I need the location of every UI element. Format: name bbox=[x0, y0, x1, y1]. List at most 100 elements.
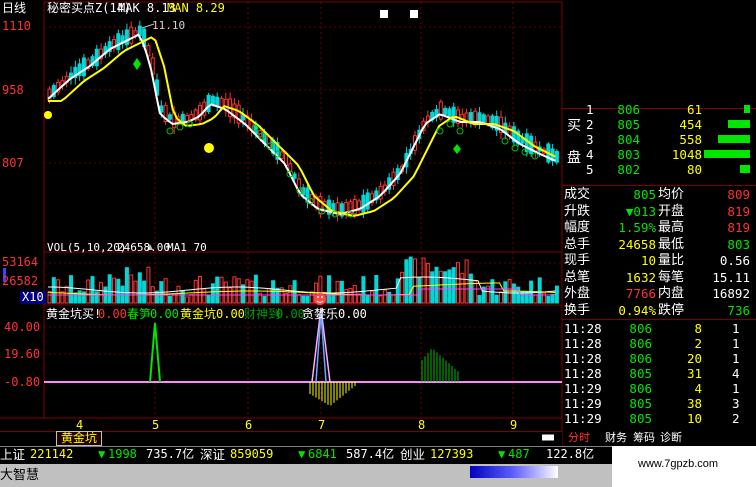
candle bbox=[116, 33, 121, 50]
tab-diagnosis[interactable]: 诊断 bbox=[660, 431, 682, 444]
volume-bar bbox=[447, 269, 452, 304]
candle bbox=[438, 101, 443, 120]
order-book-price: 805 bbox=[617, 117, 640, 132]
signal-dot-mid bbox=[204, 143, 214, 153]
volume-bar bbox=[529, 280, 534, 304]
price-axis-mid: 958 bbox=[2, 83, 24, 97]
index-volume: 127393 bbox=[430, 447, 474, 461]
volume-bar bbox=[116, 278, 121, 304]
order-book-volume: 558 bbox=[679, 132, 702, 147]
volume-bar bbox=[404, 259, 409, 304]
settings-icon[interactable] bbox=[410, 10, 418, 18]
app-name[interactable]: 大智慧 bbox=[0, 468, 39, 481]
candle bbox=[292, 173, 297, 179]
tick-volume: 10 bbox=[686, 411, 702, 426]
volume-bar bbox=[253, 274, 258, 304]
signal-diamonds bbox=[133, 58, 461, 154]
ind-label-3: 财神到 bbox=[244, 307, 281, 321]
volume-bar bbox=[146, 266, 151, 304]
volume-bar bbox=[391, 294, 396, 304]
quote-key-2: 最低 bbox=[658, 236, 685, 252]
index-name: 上证 bbox=[0, 447, 26, 462]
index-name: 深证 bbox=[200, 447, 226, 462]
volume-bar bbox=[365, 294, 370, 304]
order-book-volume: 454 bbox=[679, 117, 702, 132]
volume-bar bbox=[456, 262, 460, 304]
tab-gold-pit[interactable]: 黄金坑 bbox=[56, 431, 103, 446]
volume-bar bbox=[167, 296, 172, 304]
volume-bar bbox=[494, 294, 499, 304]
volume-bar bbox=[107, 274, 112, 304]
volume-bar bbox=[137, 272, 142, 304]
candle bbox=[206, 94, 211, 113]
order-book-sell-label: 盘 bbox=[567, 150, 581, 166]
volume-bar bbox=[69, 275, 73, 304]
order-book-price: 806 bbox=[617, 102, 640, 117]
grid-toggle-icon[interactable] bbox=[380, 10, 388, 18]
quote-key-2: 内盘 bbox=[658, 286, 685, 301]
order-book-volume: 80 bbox=[686, 162, 702, 177]
order-book-bar bbox=[744, 105, 750, 113]
quote-value: 10 bbox=[640, 253, 656, 268]
quote-key: 总笔 bbox=[564, 269, 591, 285]
volume-bar bbox=[374, 274, 379, 304]
tab-finance[interactable]: 财务 bbox=[605, 431, 627, 444]
volume-bar bbox=[327, 275, 331, 304]
candle bbox=[210, 95, 215, 106]
volume-value: 24658.00 bbox=[117, 241, 170, 254]
volume-bar bbox=[180, 289, 185, 304]
volume-bar bbox=[443, 271, 448, 304]
quote-key-2: 最高 bbox=[658, 220, 685, 235]
signal-circle bbox=[456, 127, 464, 135]
volume-bar bbox=[546, 295, 551, 304]
quote-key-2: 开盘 bbox=[658, 203, 685, 219]
volume-bar bbox=[413, 258, 417, 304]
volume-bar bbox=[408, 256, 413, 304]
volume-bar bbox=[47, 291, 52, 304]
index-volume: 859059 bbox=[230, 447, 274, 461]
ind-label-4: 贪婪乐 bbox=[302, 307, 339, 321]
tick-count: 1 bbox=[732, 351, 740, 366]
tick-time: 11:28 bbox=[564, 366, 602, 381]
volume-bar bbox=[189, 294, 194, 304]
volume-bar bbox=[348, 287, 353, 304]
volume-bar bbox=[417, 277, 422, 304]
quote-key: 换手 bbox=[564, 302, 591, 318]
volume-bar bbox=[305, 295, 310, 304]
quote-value-2: 809 bbox=[727, 187, 750, 202]
ind-value-0: 0.00 bbox=[98, 307, 127, 321]
signal-circle bbox=[446, 120, 454, 128]
volume-bar bbox=[550, 293, 555, 304]
quote-value: 7766 bbox=[625, 286, 656, 301]
index-arrow: ▼ bbox=[498, 447, 506, 461]
volume-bar bbox=[163, 278, 168, 304]
tab-intraday[interactable]: 分时 bbox=[568, 431, 590, 444]
order-book-bar bbox=[718, 135, 750, 143]
volume-scale[interactable]: X10 bbox=[20, 291, 46, 304]
period-label[interactable]: 日线 bbox=[2, 2, 26, 15]
tick-count: 1 bbox=[732, 321, 740, 336]
tick-count: 3 bbox=[732, 396, 740, 411]
volume-bar bbox=[339, 280, 344, 304]
quote-value: 0.94% bbox=[618, 302, 656, 318]
tick-volume: 2 bbox=[694, 336, 702, 351]
order-book-level: 4 bbox=[586, 147, 594, 162]
tab-chips[interactable]: 筹码 bbox=[633, 431, 655, 444]
volume-bar bbox=[51, 277, 56, 304]
tick-count: 4 bbox=[732, 366, 740, 381]
volume-bar bbox=[533, 294, 538, 304]
volume-bar bbox=[400, 271, 405, 304]
volume-bar bbox=[499, 291, 503, 304]
volume-bar bbox=[129, 274, 134, 304]
candle bbox=[365, 192, 370, 210]
volume-bar bbox=[206, 294, 211, 304]
volume-bar bbox=[378, 295, 383, 304]
volume-bar bbox=[215, 276, 220, 304]
quote-value: 805 bbox=[633, 187, 656, 202]
candle bbox=[129, 26, 134, 44]
volume-bar bbox=[309, 291, 314, 304]
tab-prev-next[interactable]: ■■ bbox=[542, 431, 554, 444]
tick-time: 11:28 bbox=[564, 351, 602, 366]
quote-value-2: 16892 bbox=[712, 286, 750, 301]
volume-bar bbox=[460, 272, 465, 304]
